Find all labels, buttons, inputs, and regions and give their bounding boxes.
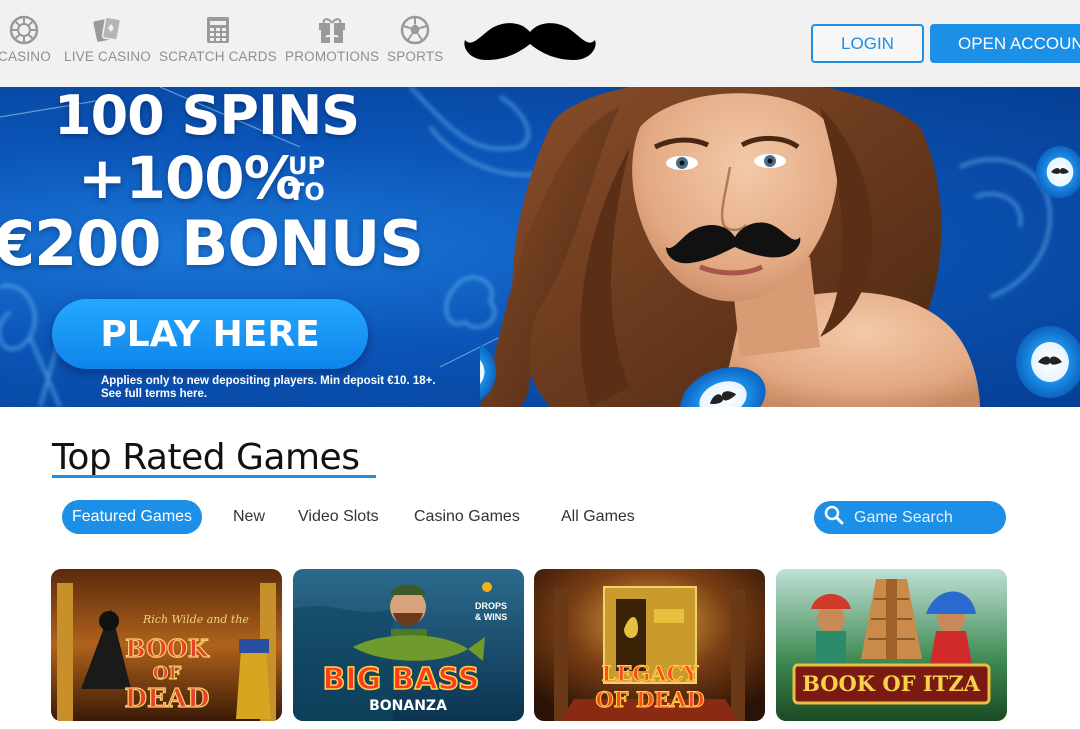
card-badge-line1: DROPS (475, 601, 507, 611)
search-icon (824, 505, 844, 530)
card-subtitle: BONANZA (369, 698, 447, 714)
nav-item-label: SPORTS (387, 49, 444, 64)
svg-text:BOOK: BOOK (125, 634, 210, 663)
nav-item-live-casino[interactable]: LIVE CASINO (64, 14, 151, 64)
mustache-logo[interactable] (462, 18, 598, 66)
nav-item-label: LIVE CASINO (64, 49, 151, 64)
play-here-button[interactable]: PLAY HERE (52, 299, 368, 369)
game-card-big-bass-bonanza[interactable]: DROPS & WINS BIG BASS BONANZA (293, 569, 524, 721)
hero-headline-spins: 100 SPINS (54, 87, 360, 147)
game-search[interactable] (814, 501, 1006, 534)
hero-headline-bonus: €200 BONUS (0, 207, 424, 280)
card-badge-line2: & WINS (475, 612, 508, 622)
svg-text:DEAD: DEAD (124, 684, 209, 714)
model-photo (480, 87, 1080, 407)
svg-text:LEGACY: LEGACY (602, 661, 700, 686)
hero-to-text: TO (288, 178, 325, 206)
game-thumbnail: LEGACY OF DEAD (534, 569, 765, 721)
game-card-book-of-itza[interactable]: BOOK OF ITZA (776, 569, 1007, 721)
svg-text:OF DEAD: OF DEAD (595, 687, 704, 712)
tab-casino-games[interactable]: Casino Games (414, 500, 520, 534)
hero-headline-percent: +100% (78, 144, 302, 212)
game-thumbnail: DROPS & WINS BIG BASS BONANZA (293, 569, 524, 721)
nav-item-sports[interactable]: SPORTS (387, 14, 443, 64)
tab-new[interactable]: New (233, 500, 265, 534)
open-account-button[interactable]: OPEN ACCOUNT (930, 24, 1080, 63)
tab-featured-games[interactable]: Featured Games (62, 500, 203, 534)
terms-text: Applies only to new depositing players. … (101, 375, 436, 387)
search-input[interactable] (854, 508, 964, 527)
cards-icon (91, 14, 123, 46)
gift-icon (316, 14, 348, 46)
game-card-legacy-of-dead[interactable]: LEGACY OF DEAD (534, 569, 765, 721)
nav-item-casino[interactable]: CASINO (0, 14, 51, 64)
site-header: CASINO LIVE CASINO SCRATCH CARDS PROMOTI… (0, 0, 1080, 87)
hero-terms[interactable]: Applies only to new depositing players. … (101, 375, 461, 401)
tab-video-slots[interactable]: Video Slots (298, 500, 379, 534)
card-title: BIG BASS (322, 662, 479, 697)
nav-item-label: PROMOTIONS (285, 49, 380, 64)
nav-item-promotions[interactable]: PROMOTIONS (285, 14, 379, 64)
hero-headline-up-to: UP TO (288, 153, 325, 205)
nav-item-label: SCRATCH CARDS (159, 49, 277, 64)
game-card-book-of-dead[interactable]: Rich Wilde and the BOOK OF DEAD (51, 569, 282, 721)
nav-item-label: CASINO (0, 49, 51, 64)
card-title-top: Rich Wilde and the (142, 613, 249, 626)
game-thumbnail: Rich Wilde and the BOOK OF DEAD (51, 569, 282, 721)
nav-item-scratch-cards[interactable]: SCRATCH CARDS (159, 14, 277, 64)
section-title: Top Rated Games (52, 437, 360, 478)
game-thumbnail: BOOK OF ITZA (776, 569, 1007, 721)
hero-banner[interactable]: 100 SPINS +100% UP TO €200 BONUS PLAY HE… (0, 87, 1080, 407)
section-title-underline (52, 475, 376, 478)
terms-link[interactable]: See full terms here. (101, 388, 461, 401)
roulette-icon (8, 14, 40, 46)
scratch-card-icon (202, 14, 234, 46)
card-title: BOOK OF ITZA (802, 671, 981, 696)
football-icon (399, 14, 431, 46)
hero-up-text: UP (288, 152, 326, 180)
tab-all-games[interactable]: All Games (561, 500, 635, 534)
svg-text:OF: OF (153, 663, 182, 684)
login-button[interactable]: LOGIN (811, 24, 924, 63)
